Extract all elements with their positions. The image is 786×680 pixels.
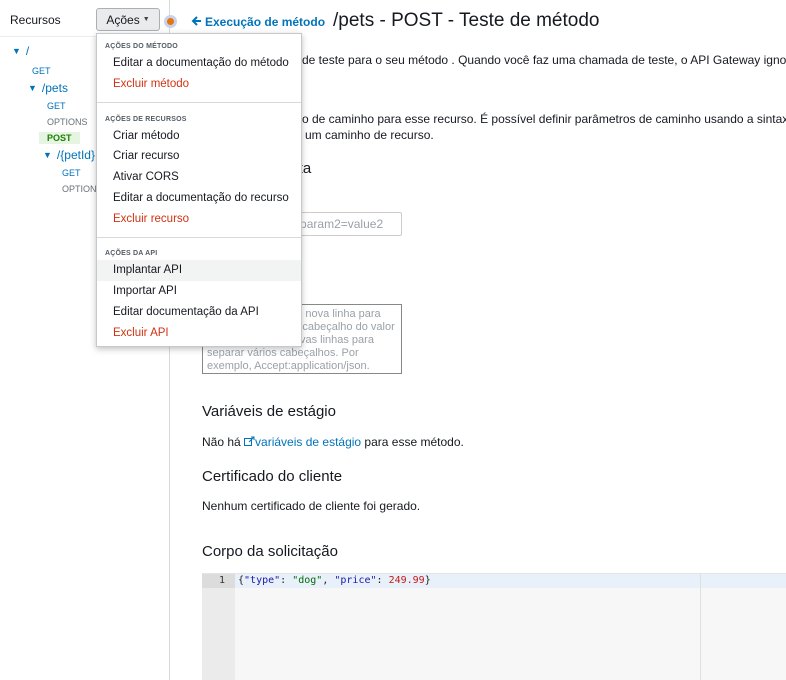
back-to-method-execution-link[interactable]: Execução de método	[191, 15, 325, 29]
actions-label: Ações	[106, 12, 140, 27]
stage-variables-link-label: variáveis de estágio	[255, 435, 362, 449]
menu-edit-resource-docs[interactable]: Editar a documentação do recurso	[97, 188, 301, 209]
stage-variables-suffix: para esse método.	[361, 435, 464, 449]
method-petid-get[interactable]: GET	[62, 168, 81, 178]
code-token: :	[376, 575, 389, 586]
tree-node-petid[interactable]: ▼ /{petId}	[43, 148, 95, 162]
expand-triangle-icon[interactable]: ▼	[43, 150, 52, 160]
status-dot-icon	[164, 15, 177, 28]
tree-node-label: /	[25, 44, 30, 58]
back-link-label: Execução de método	[205, 15, 326, 29]
path-description-line1: ro de caminho para esse recurso. É possí…	[298, 112, 786, 126]
print-margin	[700, 574, 701, 680]
code-line[interactable]: {"type": "dog", "price": 249.99}	[238, 574, 431, 588]
menu-import-api[interactable]: Importar API	[97, 281, 301, 302]
menu-divider	[97, 102, 301, 103]
stage-variables-link[interactable]: variáveis de estágio	[244, 435, 361, 449]
tree-node-pets[interactable]: ▼ /pets	[28, 81, 68, 95]
api-actions-heading: AÇÕES DA API	[105, 250, 158, 257]
method-pets-get[interactable]: GET	[47, 101, 66, 111]
expand-triangle-icon[interactable]: ▼	[12, 46, 21, 56]
expand-triangle-icon[interactable]: ▼	[28, 83, 37, 93]
menu-delete-method[interactable]: Excluir método	[97, 74, 301, 95]
line-number: 1	[202, 574, 235, 588]
code-token: "dog"	[292, 575, 323, 586]
menu-delete-resource[interactable]: Excluir recurso	[97, 209, 301, 230]
menu-edit-api-docs[interactable]: Editar documentação da API	[97, 302, 301, 323]
method-pets-post-selected[interactable]: POST	[39, 132, 80, 144]
external-link-icon	[244, 435, 255, 449]
stage-variables-prefix: Não há	[202, 435, 245, 449]
method-root-get[interactable]: GET	[32, 66, 51, 76]
menu-edit-method-docs[interactable]: Editar a documentação do método	[97, 53, 301, 74]
menu-create-resource[interactable]: Criar recurso	[97, 146, 301, 167]
code-token: "price"	[334, 575, 377, 586]
resources-title: Recursos	[10, 13, 61, 27]
resource-actions-heading: AÇÕES DE RECURSOS	[105, 116, 187, 123]
client-certificate-heading: Certificado do cliente	[202, 468, 343, 485]
caret-down-icon: ▼	[142, 16, 150, 23]
menu-enable-cors[interactable]: Ativar CORS	[97, 167, 301, 188]
menu-create-method[interactable]: Criar método	[97, 126, 301, 147]
menu-deploy-api[interactable]: Implantar API	[97, 260, 301, 281]
tree-node-label: /pets	[41, 81, 68, 95]
method-actions-heading: AÇÕES DO MÉTODO	[105, 43, 178, 50]
client-certificate-text: Nenhum certificado de cliente foi gerado…	[202, 499, 421, 513]
menu-delete-api[interactable]: Excluir API	[97, 323, 301, 344]
stage-variables-text: Não há variáveis de estágio para esse mé…	[202, 435, 464, 449]
path-description-line2: um caminho de recurso.	[305, 128, 434, 142]
request-body-editor[interactable]: 1 {"type": "dog", "price": 249.99}	[202, 573, 786, 680]
arrow-left-icon	[191, 15, 201, 29]
stage-variables-heading: Variáveis de estágio	[202, 403, 336, 420]
intro-text: de teste para o seu método . Quando você…	[302, 53, 786, 67]
menu-divider	[97, 237, 301, 238]
code-token: "type"	[244, 575, 281, 586]
page-title: /pets - POST - Teste de método	[333, 10, 600, 31]
request-body-heading: Corpo da solicitação	[202, 543, 338, 560]
tree-node-label: /{petId}	[56, 148, 95, 162]
code-token: 249.99	[388, 575, 425, 586]
code-token: :	[280, 575, 293, 586]
actions-dropdown-menu: AÇÕES DO MÉTODO Editar a documentação do…	[96, 33, 302, 347]
method-pets-options[interactable]: OPTIONS	[47, 117, 88, 127]
code-token: ,	[322, 575, 335, 586]
actions-button[interactable]: Ações ▼	[96, 8, 160, 31]
editor-gutter	[202, 574, 235, 680]
code-token: }	[424, 575, 431, 586]
tree-node-root[interactable]: ▼ /	[12, 44, 29, 58]
